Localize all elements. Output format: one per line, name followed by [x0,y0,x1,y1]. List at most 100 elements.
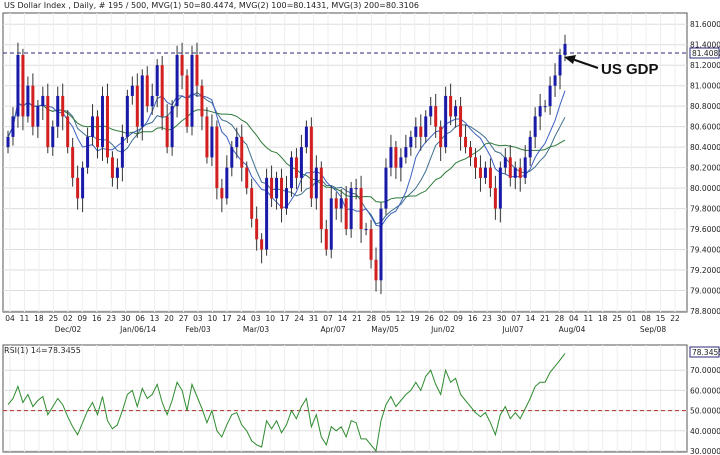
date-day-tick: 14 [526,314,536,323]
bar-body [314,167,318,199]
us-gdp-annotation: US GDP [601,61,659,78]
date-day-tick: 07 [511,314,521,323]
bar-body [299,147,303,178]
bar-body [280,177,284,209]
date-month-tick: Mar/03 [243,325,269,334]
date-day-tick: 08 [641,314,651,323]
bar-body [230,147,234,168]
bar-body [369,229,373,260]
price-tick-label: 80.2000 [690,164,720,173]
bar-body [41,95,45,107]
bar-body [354,188,358,190]
price-tick-label: 80.4000 [690,143,720,152]
bar-body [394,147,398,168]
bar-body [399,157,403,168]
date-day-tick: 01 [627,314,637,323]
bar-body [538,106,542,117]
date-month-tick: Feb/03 [185,325,211,334]
date-day-tick: 24 [237,314,247,323]
bar-body [190,54,194,127]
date-day-tick: 10 [208,314,218,323]
date-day-tick: 30 [121,314,131,323]
price-axis: 81.600081.400081.200081.000080.800080.60… [690,20,720,316]
date-month-tick: Dec/02 [55,325,82,334]
bar-body [180,54,184,76]
bar-body [329,198,333,250]
rsi-tick-label: 70.0000 [690,366,720,375]
date-day-tick: 18 [598,314,608,323]
bar-body [185,75,189,127]
rsi-tick-label: 40.0000 [690,427,720,436]
bar-body [359,188,363,230]
bar-body [444,95,448,148]
price-tick-label: 79.8000 [690,205,720,214]
date-day-tick: 25 [49,314,59,323]
bar-body [215,126,219,189]
bar-body [235,136,239,148]
bar-body [81,167,85,199]
bar-body [543,106,547,108]
last-price-label: 81.4080 [692,49,720,58]
bar-body [483,167,487,178]
bar-body [513,167,517,178]
date-day-tick: 14 [338,314,348,323]
date-day-tick: 16 [468,314,478,323]
bar-body [21,54,25,117]
date-day-tick: 27 [179,314,189,323]
date-day-tick: 13 [150,314,160,323]
bar-body [66,116,70,148]
bar-body [170,106,174,148]
rsi-tick-label: 30.0000 [690,447,720,455]
bar-body [419,126,423,137]
date-day-tick: 03 [251,314,261,323]
date-day-tick: 12 [396,314,406,323]
date-day-tick: 18 [34,314,44,323]
bar-body [205,116,209,158]
bar-body [140,75,144,127]
chart-svg: US Dollar Index , Daily, # 195 / 500, MV… [2,1,720,455]
bar-body [379,208,383,281]
bar-body [120,136,124,168]
date-day-tick: 11 [20,314,30,323]
chart-title: US Dollar Index , Daily, # 195 / 500, MV… [4,1,419,10]
bar-body [210,126,214,158]
date-day-tick: 19 [410,314,420,323]
date-day-tick: 09 [453,314,463,323]
date-day-tick: 23 [482,314,492,323]
date-day-tick: 21 [540,314,550,323]
date-day-tick: 20 [164,314,174,323]
bar-body [155,65,159,96]
bar-body [91,116,95,137]
price-tick-label: 79.4000 [690,246,720,255]
bar-body [488,167,492,189]
rsi-title: RSI(1) 14=78.3455 [4,346,81,355]
bar-body [86,136,90,168]
bar-body [439,126,443,148]
price-tick-label: 79.0000 [690,287,720,296]
bar-body [6,136,10,148]
bar-body [250,188,254,219]
bar-body [265,177,269,250]
date-day-tick: 02 [63,314,73,323]
bar-body [498,167,502,209]
price-tick-label: 81.2000 [690,61,720,70]
bar-body [309,126,313,199]
bar-body [110,157,114,178]
bar-body [26,85,30,117]
date-month-tick: May/05 [371,325,399,334]
date-day-tick: 28 [367,314,377,323]
bar-body [71,147,75,178]
bar-body [553,75,557,86]
price-tick-label: 80.6000 [690,123,720,132]
date-day-tick: 04 [569,314,579,323]
bar-body [518,167,522,178]
bar-body [478,167,482,178]
bar-body [459,106,463,137]
bar-body [105,95,109,158]
rsi-tick-label: 50.0000 [690,407,720,416]
date-day-tick: 22 [670,314,680,323]
bar-body [150,95,154,107]
bar-body [389,147,393,168]
date-day-tick: 21 [352,314,362,323]
price-tick-label: 80.8000 [690,102,720,111]
